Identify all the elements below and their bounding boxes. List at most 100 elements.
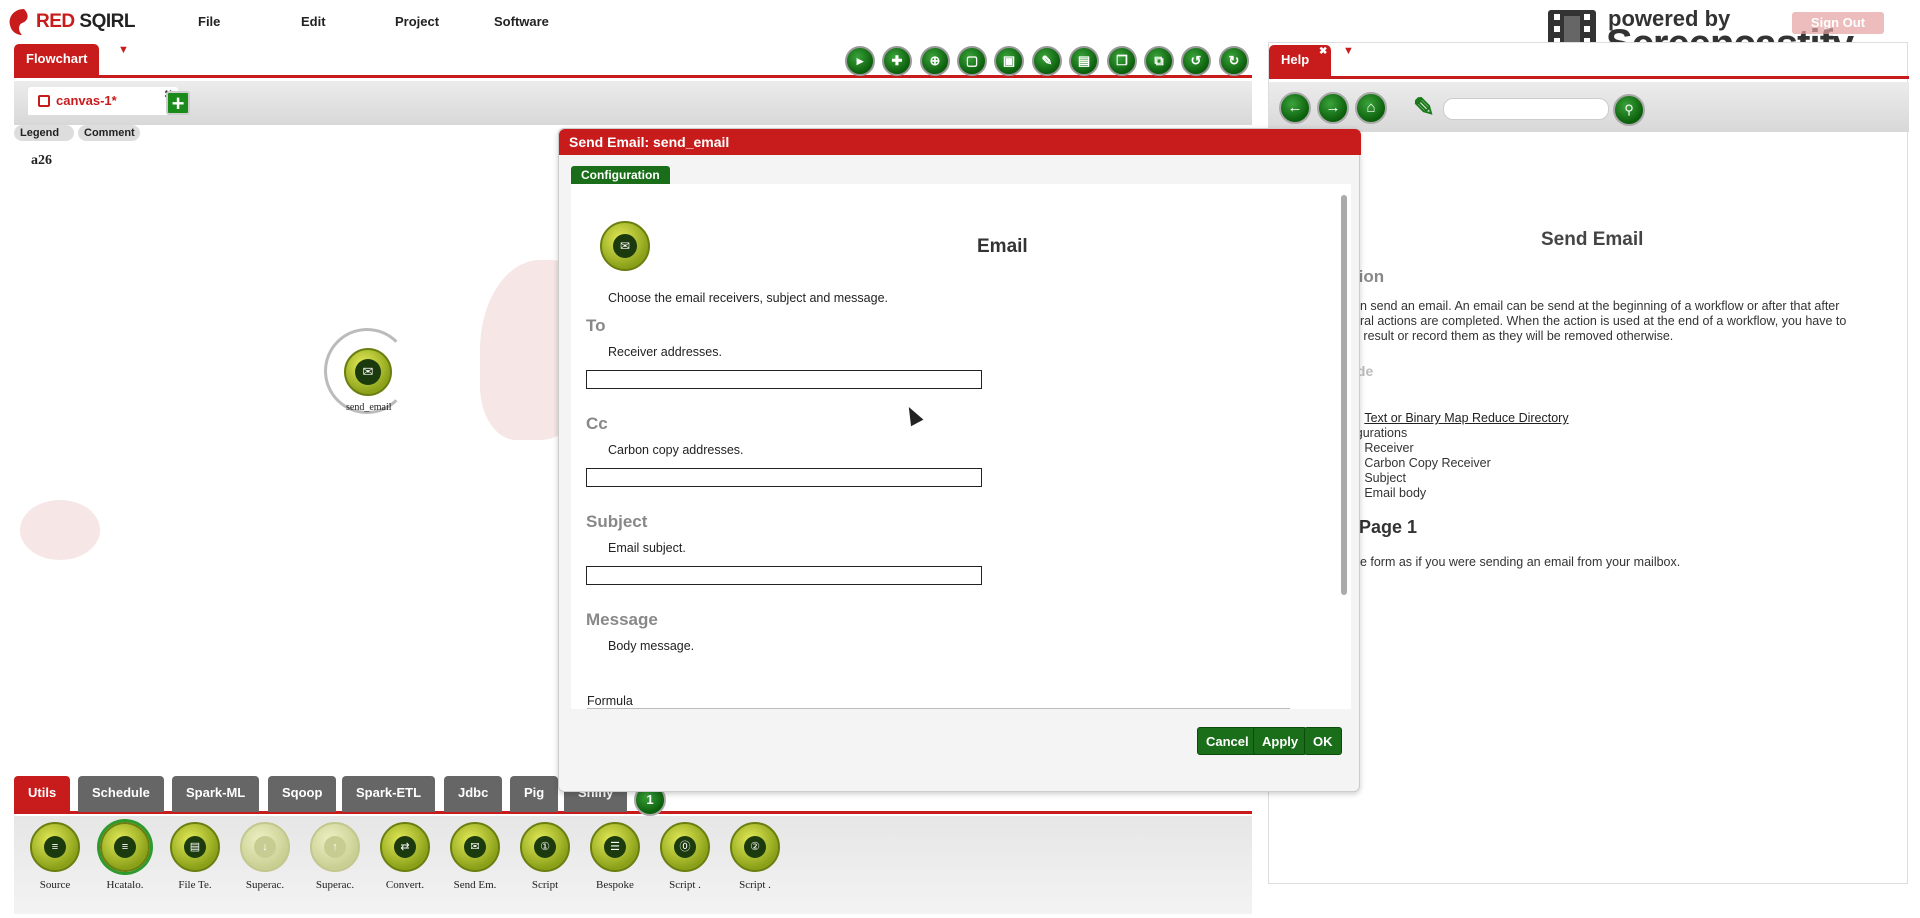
tab-sqoop[interactable]: Sqoop (268, 776, 337, 812)
formula-editor[interactable] (587, 708, 1290, 709)
palette-ball: ✉ (450, 822, 500, 872)
palette-item-script[interactable]: ① Script (510, 822, 580, 908)
palette-item-source[interactable]: ≡ Source (20, 822, 90, 908)
logo-red-text: RED (36, 11, 75, 32)
palette-item-bespoke[interactable]: ☰ Bespoke (580, 822, 650, 908)
palette-item-label: Script . (739, 879, 771, 891)
copy-icon[interactable]: ⧉ (1144, 46, 1174, 76)
tab-configuration[interactable]: Configuration (571, 166, 670, 184)
dialog-scrollbar[interactable] (1341, 195, 1347, 595)
dialog-intro: Choose the email receivers, subject and … (608, 291, 889, 305)
tab-schedule[interactable]: Schedule (78, 776, 164, 812)
saveas-icon[interactable]: ▤ (1069, 46, 1099, 76)
dialog-heading: Email (977, 236, 1028, 257)
tab-spark-ml[interactable]: Spark-ML (172, 776, 260, 812)
palette-ball: ⇄ (380, 822, 430, 872)
home-icon[interactable]: ⌂ (1355, 92, 1387, 124)
open-icon[interactable]: ▢ (957, 46, 987, 76)
flowchart-dropdown-icon[interactable]: ▼ (118, 44, 129, 56)
help-toolbar: ← → ⌂ ✎ ⚲ (1269, 82, 1909, 132)
tab-spark-etl[interactable]: Spark-ETL (342, 776, 436, 812)
help-link[interactable]: Text or Binary Map Reduce Directory (1364, 411, 1568, 425)
list-item-text: Email body (1364, 486, 1427, 500)
list-item: • Subject (1353, 471, 1569, 486)
list-item: • Text or Binary Map Reduce Directory (1353, 411, 1569, 426)
palette-ball: ▤ (170, 822, 220, 872)
tab-canvas-1[interactable]: canvas-1* ✖ (28, 87, 178, 115)
save-icon[interactable]: ▣ (994, 46, 1024, 76)
menu-file[interactable]: File (198, 14, 220, 29)
field-desc-subject: Email subject. (608, 541, 686, 555)
help-title: Send Email (1541, 229, 1644, 250)
red-sqirl-logo[interactable]: RED SQIRL (6, 4, 135, 40)
to-field[interactable] (586, 370, 982, 389)
forward-arrow-icon[interactable]: → (1317, 92, 1349, 124)
cancel-button[interactable]: Cancel (1197, 727, 1258, 755)
pin-icon[interactable]: ✎ (1413, 92, 1435, 123)
palette-ball: ② (730, 822, 780, 872)
palette-item-hcatalog[interactable]: ≡ Hcatalo. (90, 822, 160, 908)
palette-ball: ☰ (590, 822, 640, 872)
apply-button[interactable]: Apply (1253, 727, 1308, 755)
palette-item-send-email[interactable]: ✉ Send Em. (440, 822, 510, 908)
help-paragraph-line-1: on send an email. An email can be send a… (1353, 299, 1840, 313)
help-search-input[interactable] (1443, 98, 1609, 120)
send-email-node[interactable]: ✉ send_email (324, 328, 410, 414)
canvas-tab-strip: canvas-1* ✖ + (14, 81, 1252, 125)
node-label: send_email (346, 402, 392, 413)
palette-ball: ⓪ (660, 822, 710, 872)
menu-project[interactable]: Project (395, 14, 439, 29)
back-arrow-icon[interactable]: ← (1279, 92, 1311, 124)
windows-icon[interactable]: ❐ (1107, 46, 1137, 76)
add-canvas-button[interactable]: + (166, 91, 190, 115)
palette-item-script-0[interactable]: ⓪ Script . (650, 822, 720, 908)
subject-field[interactable] (586, 566, 982, 585)
run-icon[interactable]: ▸ (845, 46, 875, 76)
help-dropdown-icon[interactable]: ▼ (1343, 45, 1354, 57)
close-icon[interactable]: ✖ (1319, 37, 1327, 67)
target-icon[interactable]: ⊕ (920, 46, 950, 76)
comment-button[interactable]: Comment (78, 125, 140, 141)
list-item-text: Receiver (1364, 441, 1414, 455)
palette-ball: ≡ (30, 822, 80, 872)
email-icon: ✉ (355, 359, 381, 385)
palette-item-label: Superac. (315, 879, 355, 891)
dialog-title[interactable]: Send Email: send_email (559, 129, 1361, 155)
tab-pig[interactable]: Pig (510, 776, 559, 812)
palette-item-file-text[interactable]: ▤ File Te. (160, 822, 230, 908)
help-page-heading: Page 1 (1359, 517, 1418, 537)
list-item: • Receiver (1353, 441, 1569, 456)
palette-item-superaction-1[interactable]: ↓ Superac. (230, 822, 300, 908)
email-icon: ✉ (464, 836, 486, 858)
palette-item-label: Convert. (385, 879, 425, 891)
redo-icon[interactable]: ↻ (1219, 46, 1249, 76)
ok-button[interactable]: OK (1304, 727, 1342, 755)
convert-icon: ⇄ (394, 836, 416, 858)
palette-ball: ↑ (310, 822, 360, 872)
palette-item-superaction-2[interactable]: ↑ Superac. (300, 822, 370, 908)
help-content: Send Email tion on send an email. An ema… (1269, 141, 1909, 881)
dialog-body: ✉ Email Choose the email receivers, subj… (571, 184, 1351, 709)
legend-button[interactable]: Legend (14, 125, 74, 141)
download-icon: ↓ (254, 836, 276, 858)
palette-item-convert[interactable]: ⇄ Convert. (370, 822, 440, 908)
menu-software[interactable]: Software (494, 14, 549, 29)
sign-out-button[interactable]: Sign Out (1792, 12, 1884, 34)
script-icon: ⓪ (674, 836, 696, 858)
email-icon: ✉ (613, 234, 637, 258)
cc-field[interactable] (586, 468, 982, 487)
publish-icon[interactable]: ✚ (882, 46, 912, 76)
dialog-email-ball: ✉ (600, 221, 650, 271)
canvas-icon (38, 95, 50, 107)
tab-help[interactable]: Help ✖ (1269, 45, 1331, 79)
tab-utils[interactable]: Utils (14, 776, 71, 812)
tab-jdbc[interactable]: Jdbc (444, 776, 503, 812)
search-icon[interactable]: ⚲ (1613, 94, 1645, 126)
tab-flowchart[interactable]: Flowchart (14, 44, 100, 78)
undo-icon[interactable]: ↺ (1181, 46, 1211, 76)
edit-icon[interactable]: ✎ (1032, 46, 1062, 76)
palette-ball: ↓ (240, 822, 290, 872)
menu-edit[interactable]: Edit (301, 14, 326, 29)
field-desc-message: Body message. (608, 639, 695, 653)
palette-item-script-2[interactable]: ② Script . (720, 822, 790, 908)
